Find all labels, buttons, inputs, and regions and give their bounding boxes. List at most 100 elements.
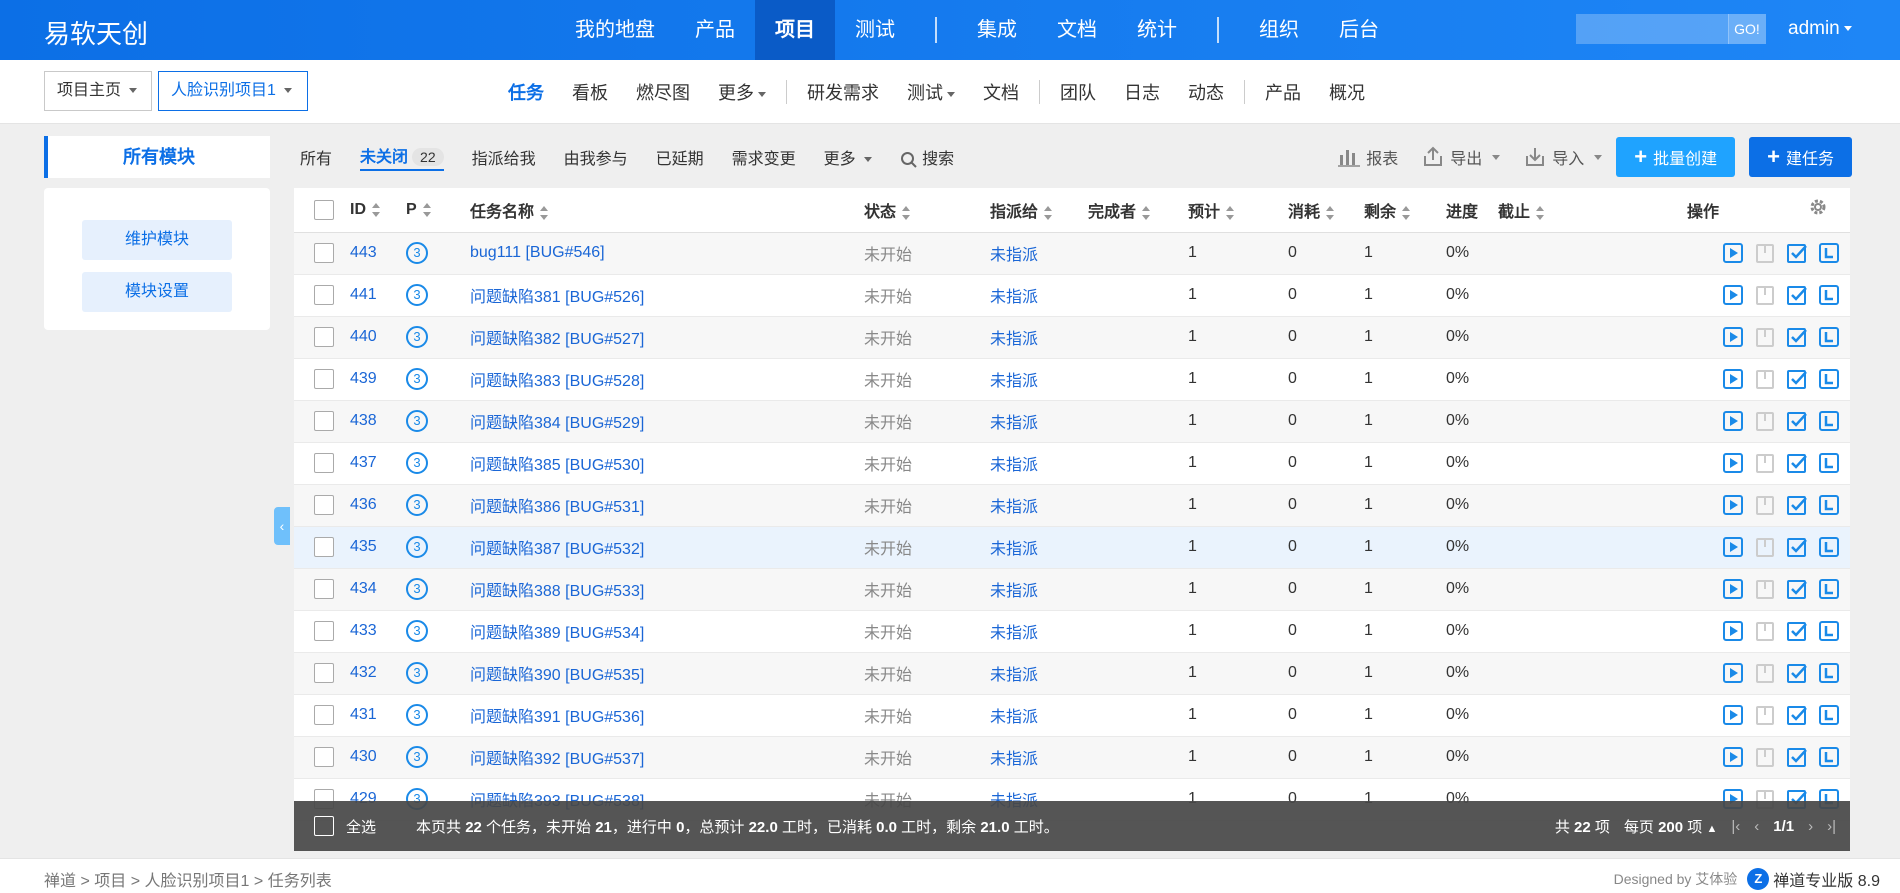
col-name[interactable]: 任务名称: [470, 188, 864, 233]
next-page-icon[interactable]: ›: [1808, 818, 1813, 835]
maintain-module-button[interactable]: 维护模块: [82, 220, 232, 260]
assign-to-link[interactable]: 未指派: [990, 751, 1038, 768]
task-id-link[interactable]: 436: [350, 496, 377, 513]
finish-task-icon[interactable]: [1786, 536, 1808, 558]
table-row[interactable]: 430 3 问题缺陷392 [BUG#537] 未开始 未指派 1 0 1 0%: [294, 736, 1850, 779]
record-effort-icon[interactable]: [1818, 494, 1840, 516]
table-row[interactable]: 436 3 问题缺陷386 [BUG#531] 未开始 未指派 1 0 1 0%: [294, 484, 1850, 527]
select-all-bottom-checkbox[interactable]: [314, 816, 334, 836]
search-toggle[interactable]: 搜索: [900, 145, 954, 169]
finish-task-icon[interactable]: [1786, 242, 1808, 264]
select-all-checkbox[interactable]: [314, 199, 334, 220]
assign-to-link[interactable]: 未指派: [990, 331, 1038, 348]
batch-create-button[interactable]: + 批量创建: [1616, 137, 1736, 177]
main-nav-item[interactable]: 后台: [1319, 0, 1399, 60]
finish-task-icon[interactable]: [1786, 368, 1808, 390]
project-nav-item[interactable]: 日志: [1110, 79, 1174, 105]
version-link[interactable]: Z 禅道专业版 8.9: [1747, 867, 1880, 891]
task-name-link[interactable]: 问题缺陷385 [BUG#530]: [470, 457, 644, 474]
record-effort-icon[interactable]: [1818, 452, 1840, 474]
finish-task-icon[interactable]: [1786, 494, 1808, 516]
main-nav-item[interactable]: 项目: [755, 0, 835, 60]
project-nav-item[interactable]: 测试: [893, 79, 969, 105]
task-name-link[interactable]: 问题缺陷392 [BUG#537]: [470, 751, 644, 768]
sidebar-collapse-toggle[interactable]: ‹: [274, 507, 290, 545]
table-row[interactable]: 437 3 问题缺陷385 [BUG#530] 未开始 未指派 1 0 1 0%: [294, 442, 1850, 485]
task-name-link[interactable]: 问题缺陷387 [BUG#532]: [470, 541, 644, 558]
first-page-icon[interactable]: |‹: [1731, 818, 1740, 835]
finish-task-icon[interactable]: [1786, 746, 1808, 768]
search-go-button[interactable]: GO!: [1728, 14, 1766, 44]
finish-task-icon[interactable]: [1786, 620, 1808, 642]
record-effort-icon[interactable]: [1818, 284, 1840, 306]
project-select-dropdown[interactable]: 人脸识别项目1: [158, 71, 308, 111]
table-row[interactable]: 432 3 问题缺陷390 [BUG#535] 未开始 未指派 1 0 1 0%: [294, 652, 1850, 695]
record-effort-icon[interactable]: [1818, 242, 1840, 264]
finish-task-icon[interactable]: [1786, 326, 1808, 348]
col-deadline[interactable]: 截止: [1498, 188, 1598, 233]
assign-to-link[interactable]: 未指派: [990, 457, 1038, 474]
col-left[interactable]: 剩余: [1364, 188, 1446, 233]
task-name-link[interactable]: 问题缺陷384 [BUG#529]: [470, 415, 644, 432]
row-checkbox[interactable]: [314, 285, 334, 305]
col-id[interactable]: ID: [350, 188, 406, 233]
record-effort-icon[interactable]: [1818, 410, 1840, 432]
filter-involved[interactable]: 由我参与: [564, 145, 628, 169]
task-name-link[interactable]: 问题缺陷381 [BUG#526]: [470, 289, 644, 306]
project-nav-item[interactable]: 燃尽图: [622, 79, 704, 105]
start-task-icon[interactable]: [1722, 620, 1744, 642]
assign-to-link[interactable]: 未指派: [990, 583, 1038, 600]
filter-all[interactable]: 所有: [300, 145, 332, 169]
filter-assigned-to-me[interactable]: 指派给我: [472, 145, 536, 169]
col-consumed[interactable]: 消耗: [1288, 188, 1364, 233]
table-row[interactable]: 439 3 问题缺陷383 [BUG#528] 未开始 未指派 1 0 1 0%: [294, 358, 1850, 401]
task-name-link[interactable]: 问题缺陷382 [BUG#527]: [470, 331, 644, 348]
col-assigned[interactable]: 指派给: [990, 188, 1088, 233]
column-settings[interactable]: [1808, 188, 1850, 233]
record-effort-icon[interactable]: [1818, 620, 1840, 642]
task-id-link[interactable]: 438: [350, 412, 377, 429]
col-finished-by[interactable]: 完成者: [1088, 188, 1188, 233]
project-nav-item[interactable]: 团队: [1046, 79, 1110, 105]
create-task-button[interactable]: + 建任务: [1749, 137, 1852, 177]
row-checkbox[interactable]: [314, 705, 334, 725]
row-checkbox[interactable]: [314, 411, 334, 431]
project-home-dropdown[interactable]: 项目主页: [44, 71, 152, 111]
row-checkbox[interactable]: [314, 327, 334, 347]
start-task-icon[interactable]: [1722, 368, 1744, 390]
row-checkbox[interactable]: [314, 243, 334, 263]
search-input[interactable]: [1576, 14, 1729, 44]
start-task-icon[interactable]: [1722, 578, 1744, 600]
finish-task-icon[interactable]: [1786, 662, 1808, 684]
row-checkbox[interactable]: [314, 621, 334, 641]
task-id-link[interactable]: 434: [350, 580, 377, 597]
filter-unclosed[interactable]: 未关闭 22: [360, 143, 444, 171]
project-nav-item[interactable]: 更多: [704, 79, 780, 105]
record-effort-icon[interactable]: [1818, 578, 1840, 600]
task-name-link[interactable]: 问题缺陷386 [BUG#531]: [470, 499, 644, 516]
main-nav-item[interactable]: 产品: [675, 0, 755, 60]
project-nav-item[interactable]: 动态: [1174, 79, 1238, 105]
table-row[interactable]: 441 3 问题缺陷381 [BUG#526] 未开始 未指派 1 0 1 0%: [294, 274, 1850, 317]
project-nav-item[interactable]: 看板: [558, 79, 622, 105]
table-row[interactable]: 438 3 问题缺陷384 [BUG#529] 未开始 未指派 1 0 1 0%: [294, 400, 1850, 443]
assign-to-link[interactable]: 未指派: [990, 541, 1038, 558]
row-checkbox[interactable]: [314, 495, 334, 515]
start-task-icon[interactable]: [1722, 704, 1744, 726]
start-task-icon[interactable]: [1722, 662, 1744, 684]
designer-name[interactable]: 艾体验: [1695, 871, 1737, 887]
row-checkbox[interactable]: [314, 537, 334, 557]
assign-to-link[interactable]: 未指派: [990, 709, 1038, 726]
project-nav-item[interactable]: 概况: [1315, 79, 1379, 105]
table-row[interactable]: 435 3 问题缺陷387 [BUG#532] 未开始 未指派 1 0 1 0%: [294, 526, 1850, 569]
brand-logo[interactable]: 易软天创: [44, 14, 148, 51]
report-button[interactable]: 报表: [1338, 145, 1398, 169]
start-task-icon[interactable]: [1722, 452, 1744, 474]
row-checkbox[interactable]: [314, 663, 334, 683]
prev-page-icon[interactable]: ‹: [1754, 818, 1759, 835]
assign-to-link[interactable]: 未指派: [990, 415, 1038, 432]
col-pri[interactable]: P: [406, 188, 470, 233]
task-name-link[interactable]: 问题缺陷389 [BUG#534]: [470, 625, 644, 642]
main-nav-item[interactable]: 测试: [835, 0, 915, 60]
task-id-link[interactable]: 433: [350, 622, 377, 639]
